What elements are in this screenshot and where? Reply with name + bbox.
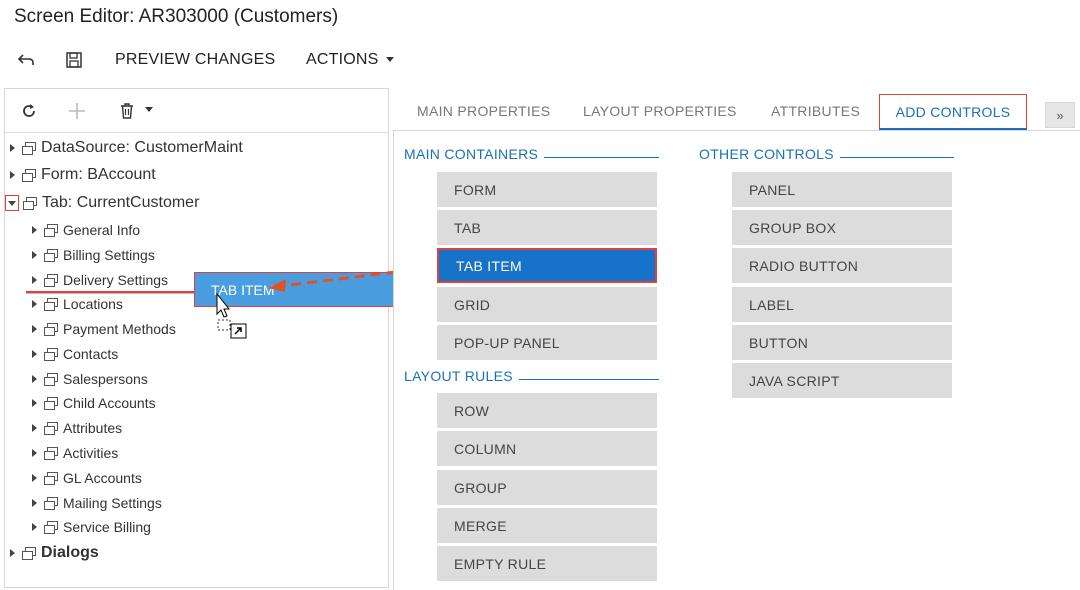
- control-button-pop-up-panel[interactable]: POP-UP PANEL: [437, 325, 657, 360]
- section-title: MAIN CONTAINERS: [404, 146, 539, 162]
- tab-layout-properties[interactable]: LAYOUT PROPERTIES: [583, 103, 737, 119]
- control-button-java-script[interactable]: JAVA SCRIPT: [732, 363, 952, 398]
- control-button-empty-rule[interactable]: EMPTY RULE: [437, 546, 657, 581]
- control-button-group[interactable]: GROUP: [437, 470, 657, 505]
- control-button-column[interactable]: COLUMN: [437, 431, 657, 466]
- control-button-merge[interactable]: MERGE: [437, 508, 657, 543]
- drag-arrow-head: [268, 279, 286, 292]
- control-button-form[interactable]: FORM: [437, 172, 657, 207]
- control-button-group-box[interactable]: GROUP BOX: [732, 210, 952, 245]
- section-title: LAYOUT RULES: [404, 368, 513, 384]
- double-chevron-icon[interactable]: »: [1045, 102, 1075, 128]
- control-button-tab[interactable]: TAB: [437, 210, 657, 245]
- control-button-tab-item[interactable]: TAB ITEM: [437, 248, 657, 283]
- cursor-icon: [216, 292, 247, 339]
- control-button-button[interactable]: BUTTON: [732, 325, 952, 360]
- control-button-radio-button[interactable]: RADIO BUTTON: [732, 248, 952, 283]
- section-title: OTHER CONTROLS: [699, 146, 834, 162]
- tab-attributes[interactable]: ATTRIBUTES: [771, 103, 860, 119]
- control-button-grid[interactable]: GRID: [437, 287, 657, 322]
- tab-main-properties[interactable]: MAIN PROPERTIES: [417, 103, 550, 119]
- section-main-containers: MAIN CONTAINERS: [404, 146, 660, 162]
- section-layout-rules: LAYOUT RULES: [404, 368, 659, 384]
- control-button-label[interactable]: LABEL: [732, 287, 952, 322]
- property-tabs: MAIN PROPERTIES LAYOUT PROPERTIES ATTRIB…: [393, 92, 1080, 132]
- tab-add-controls[interactable]: ADD CONTROLS: [879, 94, 1027, 130]
- control-button-row[interactable]: ROW: [437, 393, 657, 428]
- section-other-controls: OTHER CONTROLS: [699, 146, 954, 162]
- control-button-panel[interactable]: PANEL: [732, 172, 952, 207]
